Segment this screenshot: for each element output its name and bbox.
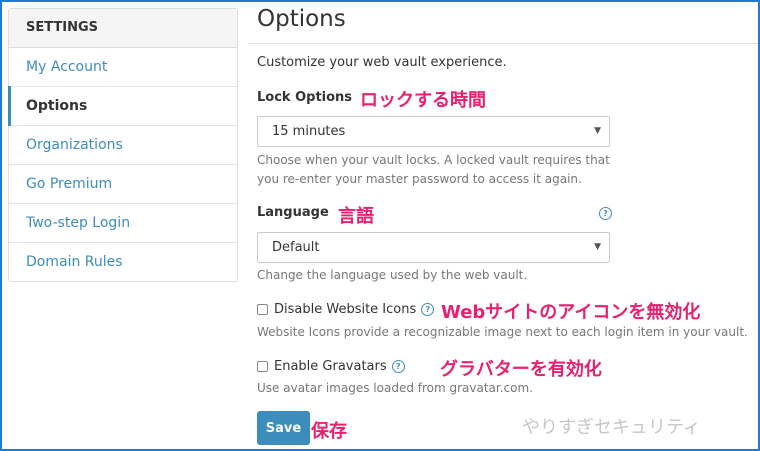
chevron-down-icon: ▼: [594, 242, 601, 252]
title-divider: [248, 43, 758, 44]
disable-website-icons-row: Disable Website Icons ?: [257, 302, 435, 317]
lock-options-label: Lock Options: [257, 90, 353, 105]
lock-options-help-line2: you re-enter your master password to acc…: [257, 172, 582, 186]
website-icons-help: Website Icons provide a recognizable ima…: [257, 325, 748, 339]
chevron-down-icon: ▼: [594, 126, 601, 136]
sidebar-header: SETTINGS: [9, 9, 237, 48]
save-annotation: 保存: [311, 421, 347, 442]
language-label: Language: [257, 205, 329, 220]
language-value: Default: [272, 240, 320, 255]
enable-gravatars-checkbox[interactable]: [257, 361, 268, 372]
page-description: Customize your web vault experience.: [257, 55, 507, 70]
lock-options-help-line1: Choose when your vault locks. A locked v…: [257, 153, 610, 167]
enable-gravatars-row: Enable Gravatars ?: [257, 359, 405, 374]
language-help: Change the language used by the web vaul…: [257, 268, 528, 282]
disable-website-icons-checkbox[interactable]: [257, 304, 268, 315]
sidebar-item-domain-rules[interactable]: Domain Rules: [9, 243, 237, 281]
settings-sidebar: SETTINGS My Account Options Organization…: [8, 8, 238, 282]
disable-website-icons-label[interactable]: Disable Website Icons: [274, 302, 416, 317]
lock-options-value: 15 minutes: [272, 124, 346, 139]
sidebar-item-organizations[interactable]: Organizations: [9, 126, 237, 165]
sidebar-item-options[interactable]: Options: [8, 86, 237, 126]
sidebar-item-my-account[interactable]: My Account: [9, 48, 237, 87]
language-annotation: 言語: [338, 206, 374, 227]
enable-gravatars-label[interactable]: Enable Gravatars: [274, 359, 387, 374]
website-icons-annotation: Webサイトのアイコンを無効化: [441, 302, 701, 323]
lock-options-annotation: ロックする時間: [360, 90, 486, 111]
language-select[interactable]: Default ▼: [257, 232, 610, 263]
gravatars-annotation: グラバターを有効化: [440, 359, 602, 380]
question-icon[interactable]: ?: [421, 303, 435, 316]
lock-options-select[interactable]: 15 minutes ▼: [257, 116, 610, 147]
question-icon[interactable]: ?: [391, 360, 405, 373]
sidebar-item-go-premium[interactable]: Go Premium: [9, 165, 237, 204]
sidebar-item-two-step-login[interactable]: Two-step Login: [9, 204, 237, 243]
save-button[interactable]: Save: [257, 411, 310, 445]
lock-options-help: Choose when your vault locks. A locked v…: [257, 151, 610, 189]
page-title: Options: [257, 6, 346, 32]
gravatars-help: Use avatar images loaded from gravatar.c…: [257, 381, 533, 395]
watermark: やりすぎセキュリティ: [522, 417, 701, 438]
question-icon[interactable]: ?: [599, 207, 612, 220]
